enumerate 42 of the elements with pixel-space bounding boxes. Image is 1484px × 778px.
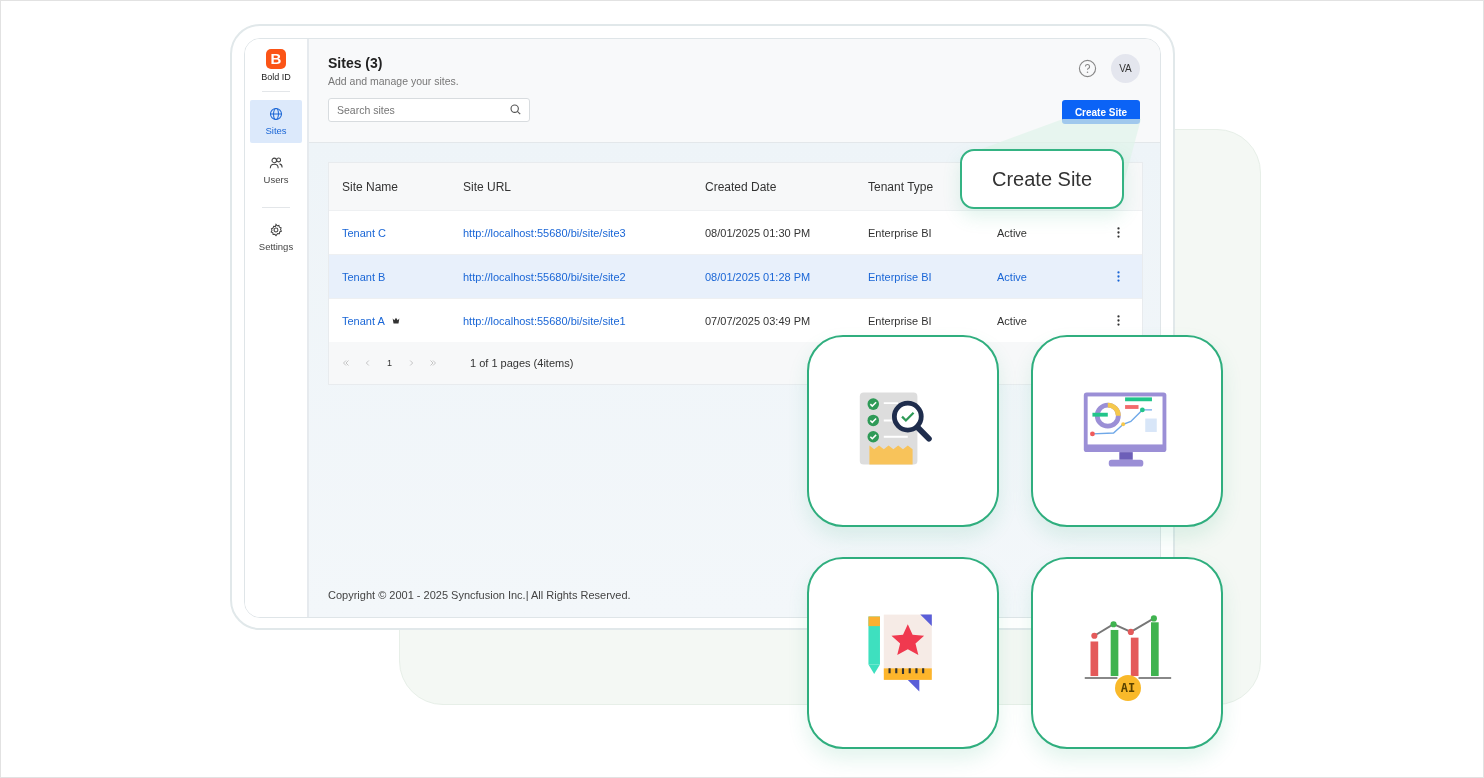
callout-label: Create Site: [960, 149, 1124, 209]
sidebar-item[interactable]: Settings: [250, 216, 302, 259]
table-cell-text: Enterprise BI: [868, 314, 933, 327]
help-icon[interactable]: [1078, 59, 1097, 78]
logo: B: [266, 49, 286, 69]
brand-name: Bold ID: [261, 72, 291, 82]
page-subtitle: Add and manage your sites.: [328, 75, 460, 87]
status-cell-text: Active: [997, 226, 1028, 239]
copyright-text: Copyright © 2001 - 2025 Syncfusion Inc.| All Rights Reserved.: [328, 589, 632, 601]
pager-summary: 1 of 1 pages (4items): [470, 357, 574, 369]
status-cell-text: Active: [997, 314, 1028, 327]
site-url-link[interactable]: http://localhost:55680/bi/site/site3: [463, 226, 705, 239]
page-title: Sites (3): [328, 55, 384, 71]
search-icon: [509, 103, 522, 116]
column-header[interactable]: Created Date: [705, 179, 868, 194]
table-row[interactable]: Tenant B http://localhost:55680/bi/site/site2 08/01/2025 01:28 PM Enterprise BI Active: [329, 254, 1142, 298]
site-url-link[interactable]: http://localhost:55680/bi/site/site2: [463, 270, 705, 283]
user-avatar[interactable]: VA: [1111, 54, 1140, 83]
site-name-link[interactable]: Tenant C: [342, 226, 387, 239]
users-icon: [269, 156, 283, 170]
sidebar-item[interactable]: Users: [250, 149, 302, 192]
table-cell-text: 08/01/2025 01:28 PM: [705, 270, 812, 283]
table-cell-text: 08/01/2025 01:30 PM: [705, 226, 812, 239]
page-number[interactable]: 1: [385, 358, 394, 368]
settings-icon: [269, 223, 283, 237]
site-name-link[interactable]: Tenant B: [342, 270, 386, 283]
table-cell-text: 07/07/2025 03:49 PM: [705, 314, 812, 327]
status-cell-text: Active: [997, 270, 1028, 283]
sidebar-item[interactable]: Sites: [250, 100, 302, 143]
globe-icon: [269, 107, 283, 121]
search-field[interactable]: Search sites: [328, 98, 530, 122]
column-header[interactable]: Site Name: [342, 179, 463, 194]
more-options-icon[interactable]: [1116, 314, 1121, 327]
site-url-link[interactable]: http://localhost:55680/bi/site/site1: [463, 314, 705, 327]
table-row[interactable]: Tenant A http://localhost:55680/bi/site/site1 07/07/2025 03:49 PM Enterprise BI Active: [329, 298, 1142, 342]
table-cell-text: Enterprise BI: [868, 226, 933, 239]
more-options-icon[interactable]: [1116, 226, 1121, 239]
ai-label: AI: [1115, 675, 1141, 701]
column-header[interactable]: Site URL: [463, 179, 705, 194]
table-cell-text: Enterprise BI: [868, 270, 933, 283]
table-row[interactable]: Tenant C http://localhost:55680/bi/site/site3 08/01/2025 01:30 PM Enterprise BI Active: [329, 210, 1142, 254]
site-name-link[interactable]: Tenant A: [342, 314, 385, 327]
